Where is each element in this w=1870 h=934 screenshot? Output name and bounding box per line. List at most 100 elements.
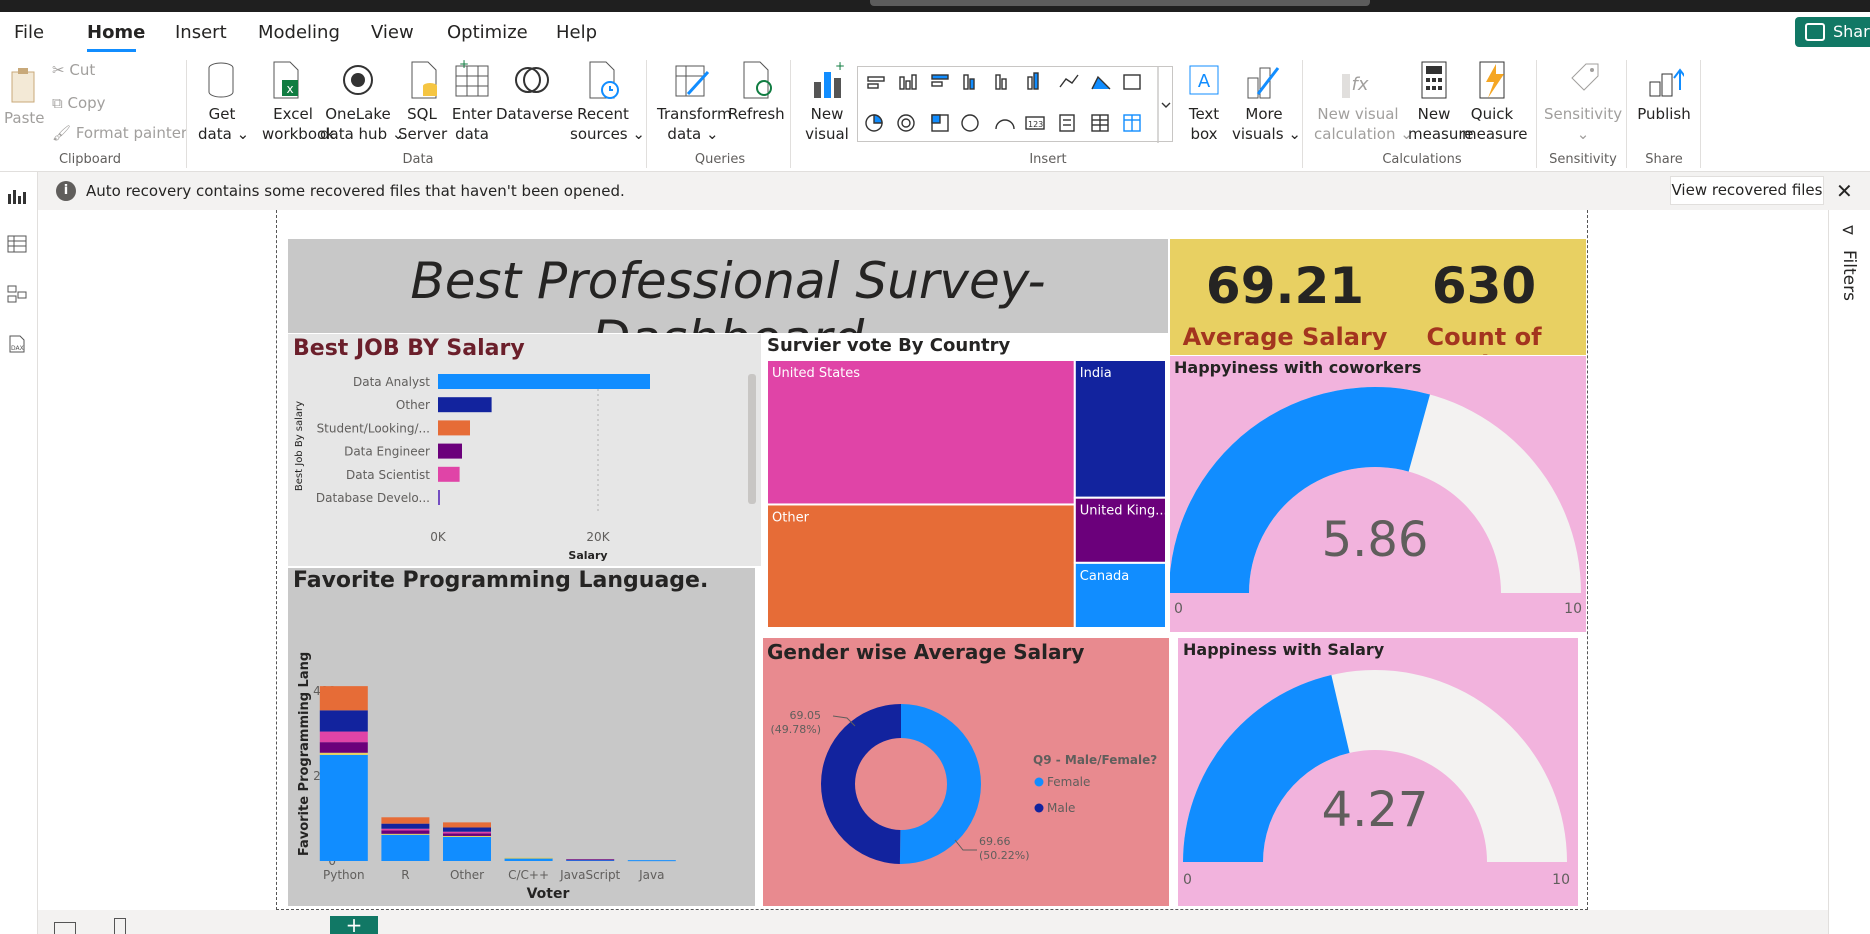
x-tick-label: 20K [586, 530, 610, 544]
group-insert: Insert [1029, 152, 1067, 167]
gauge-coworkers[interactable]: Happyiness with coworkers 5.86 0 10 [1170, 356, 1586, 632]
format-painter-button[interactable]: 🖌 Format painter [52, 124, 187, 142]
dax-query-icon[interactable]: DAX [6, 334, 28, 354]
filters-label: Filters [1839, 250, 1859, 301]
tab-file[interactable]: File [14, 22, 44, 43]
text-box-icon: A [1186, 60, 1222, 100]
onelake-button[interactable]: OneLake data hub ⌄ [320, 104, 404, 144]
enter-label-2: data [455, 125, 489, 143]
filters-pane[interactable]: ⊲ Filters [1828, 210, 1870, 934]
view-recovered-files-button[interactable]: View recovered files [1670, 176, 1824, 205]
search-box[interactable] [870, 0, 1370, 6]
svg-text:A: A [1198, 71, 1211, 92]
category-label: Data Analyst [353, 375, 430, 389]
stacked-bar-segment [443, 835, 491, 837]
text-box-button[interactable]: Text box [1180, 104, 1228, 144]
sql-label-2: Server [398, 125, 448, 143]
quick-measure-icon [1474, 60, 1510, 100]
sensitivity-button[interactable]: Sensitivity ⌄ [1544, 104, 1622, 144]
female-percent-label: (50.22%) [979, 849, 1030, 862]
group-calculations: Calculations [1382, 152, 1462, 167]
tab-insert[interactable]: Insert [175, 22, 227, 43]
gender-salary-plot: 69.05(49.78%) 69.66(50.22%) Q9 - Male/Fema… [770, 704, 1157, 864]
share-button[interactable]: Share [1795, 17, 1870, 47]
quick-measure-label-1: Quick [1470, 105, 1514, 123]
country-treemap[interactable]: Survier vote By Country United States Oth… [763, 334, 1169, 632]
category-label: Database Develo... [316, 491, 430, 505]
svg-text:+: + [835, 60, 845, 73]
desktop-layout-icon[interactable] [54, 922, 76, 934]
close-icon[interactable]: ✕ [1836, 179, 1853, 203]
tab-home[interactable]: Home [87, 22, 145, 43]
tab-help[interactable]: Help [556, 22, 597, 43]
active-tab-indicator [87, 49, 136, 52]
svg-text:fx: fx [1352, 74, 1369, 95]
quick-measure-button[interactable]: Quick measure [1462, 104, 1528, 144]
stacked-bar-segment [443, 836, 491, 861]
quick-measure-label-2: measure [1462, 125, 1528, 143]
excel-workbook-button[interactable]: Excel workbook [262, 104, 335, 144]
visual-type-icons: 123 [865, 67, 1171, 143]
stacked-bar-segment [443, 831, 491, 834]
scissors-icon: ✂ [52, 61, 70, 79]
dataverse-button[interactable]: Dataverse [496, 104, 573, 124]
sensitivity-dropdown-icon: ⌄ [1576, 125, 1590, 143]
report-view-icon[interactable] [6, 186, 28, 206]
ribbon: Paste ✂ Cut ⧉ Copy 🖌 Format painter Clip… [0, 54, 1870, 172]
svg-text:DAX: DAX [11, 345, 24, 352]
more-visuals-button[interactable]: More visuals ⌄ [1232, 104, 1301, 144]
cut-button[interactable]: ✂ Cut [52, 61, 95, 79]
filter-funnel-icon: ⊲ [1841, 220, 1855, 239]
favorite-language-chart[interactable]: Favorite Programming Language. 0200400Py… [288, 568, 755, 906]
new-measure-button[interactable]: New measure [1408, 104, 1473, 144]
model-view-icon[interactable] [6, 284, 28, 304]
legend-marker [1034, 777, 1044, 787]
paste-button[interactable]: Paste [4, 108, 45, 128]
paste-icon [6, 66, 42, 106]
database-icon [205, 60, 241, 100]
table-view-icon[interactable] [6, 234, 28, 254]
tab-modeling[interactable]: Modeling [258, 22, 340, 43]
category-label: Student/Looking/... [317, 421, 430, 435]
kpi-card[interactable]: 69.21 Average Salary 630 Count of Surive… [1170, 239, 1586, 355]
gauge-salary[interactable]: Happiness with Salary 4.27 0 10 [1178, 638, 1578, 906]
refresh-button[interactable]: Refresh [728, 104, 785, 124]
visual-calc-label-1: New visual [1317, 105, 1399, 123]
publish-button[interactable]: Publish [1636, 104, 1692, 124]
treemap-tile [766, 503, 1076, 630]
donut-slice [899, 704, 981, 864]
count-value: 630 [1431, 257, 1537, 315]
tab-view[interactable]: View [371, 22, 414, 43]
sql-server-button[interactable]: SQL Server [398, 104, 448, 144]
y-axis-title: Best Job By salary [294, 401, 305, 491]
copy-button[interactable]: ⧉ Copy [52, 94, 106, 112]
dashboard-title: Best Professional Survey-Dashboard [410, 252, 1046, 333]
visual-gallery[interactable]: 123 [857, 66, 1173, 143]
enter-data-button[interactable]: Enter data [448, 104, 496, 144]
bar [438, 420, 470, 436]
mobile-layout-icon[interactable] [114, 918, 126, 934]
stacked-bar-segment [381, 823, 430, 829]
format-painter-label: Format painter [75, 124, 188, 142]
best-job-scrollbar[interactable] [748, 374, 756, 504]
treemap-plot: United States Other India United King... Can… [766, 359, 1168, 630]
transform-data-button[interactable]: Transform data ⌄ [657, 104, 732, 144]
stacked-bar-segment [566, 859, 615, 861]
group-data: Data [402, 152, 434, 167]
add-page-button[interactable]: + [330, 915, 378, 934]
donut-slice [820, 704, 901, 864]
stacked-bar-segment [319, 731, 368, 743]
y-axis-title: Favorite Programming Lang [297, 652, 312, 856]
gender-salary-chart[interactable]: Gender wise Average Salary 69.05 (49.78%)… [763, 638, 1169, 906]
new-visual-button[interactable]: New visual [800, 104, 854, 144]
dashboard-title-card[interactable]: Best Professional Survey-Dashboard [288, 239, 1168, 333]
get-data-button[interactable]: Get data ⌄ [198, 104, 249, 144]
new-visual-calculation-button[interactable]: New visual calculation ⌄ [1314, 104, 1413, 144]
divider [186, 60, 187, 168]
best-job-chart[interactable]: Best JOB BY Salary Data Analyst Other Stud… [288, 334, 761, 566]
recent-sources-button[interactable]: Recent sources ⌄ [570, 104, 645, 144]
bar [438, 374, 650, 389]
treemap-label: India [1080, 366, 1112, 381]
dataverse-icon [514, 60, 550, 100]
tab-optimize[interactable]: Optimize [447, 22, 528, 43]
